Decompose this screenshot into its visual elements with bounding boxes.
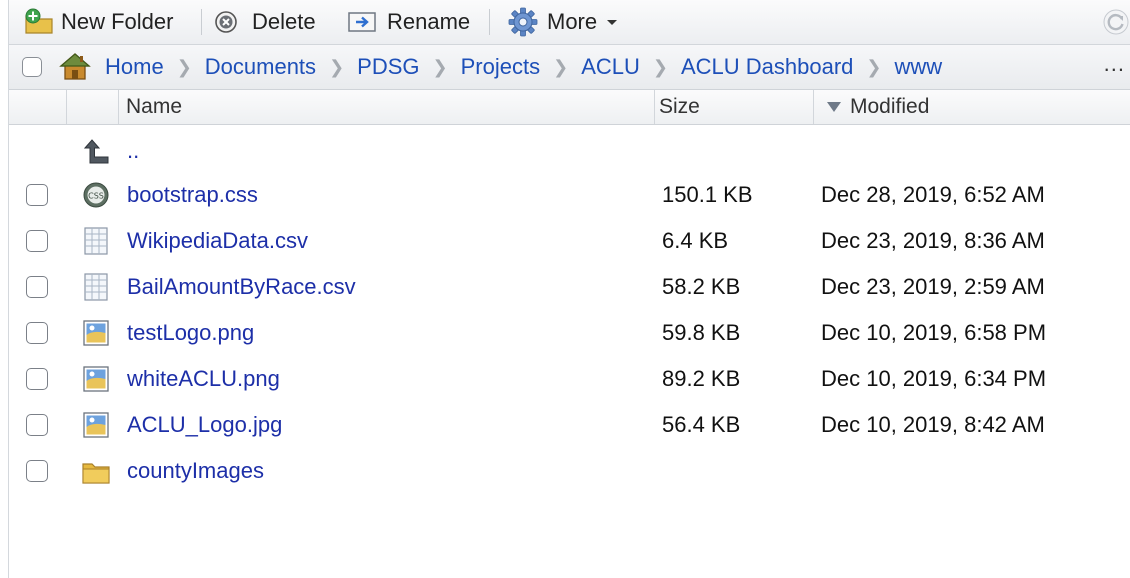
column-header-size-label: Size [659,95,700,118]
folder-name-link[interactable]: countyImages [127,448,264,494]
folder-row[interactable]: countyImages [9,448,1130,494]
column-header-size[interactable]: Size [655,90,814,124]
rename-label: Rename [387,9,471,34]
file-checkbox[interactable] [26,230,48,252]
delete-label: Delete [252,9,316,34]
file-row[interactable]: CSS bootstrap.css 150.1 KB Dec 28, 2019,… [9,172,1130,218]
file-row[interactable]: WikipediaData.csv 6.4 KB Dec 23, 2019, 8… [9,218,1130,264]
breadcrumb-aclu[interactable]: ACLU [581,54,640,80]
file-size: 89.2 KB [662,366,741,391]
chevron-down-icon [607,20,618,25]
new-folder-icon [25,8,53,34]
file-checkbox[interactable] [26,460,48,482]
home-icon[interactable] [59,51,91,81]
file-row[interactable]: ACLU_Logo.jpg 56.4 KB Dec 10, 2019, 8:42… [9,402,1130,448]
file-checkbox[interactable] [26,276,48,298]
image-file-icon [83,366,109,392]
file-size: 56.4 KB [662,412,741,437]
gear-icon [508,7,538,37]
breadcrumb-projects[interactable]: Projects [461,54,540,80]
refresh-button[interactable] [1101,6,1130,38]
file-name-link[interactable]: testLogo.png [127,310,254,356]
file-name-link[interactable]: BailAmountByRace.csv [127,264,356,310]
file-list-header: Name Size Modified [9,90,1130,125]
breadcrumb-separator-icon: ❯ [652,56,668,77]
breadcrumb-separator-icon: ❯ [553,56,569,77]
breadcrumb-aclu-dashboard[interactable]: ACLU Dashboard [681,54,853,80]
file-name-link[interactable]: WikipediaData.csv [127,218,308,264]
files-toolbar: New Folder Delete Rename More [9,0,1130,45]
file-checkbox[interactable] [26,184,48,206]
up-arrow-icon [83,139,109,164]
file-checkbox[interactable] [26,368,48,390]
more-label: More [547,9,598,34]
header-icon-column [67,90,119,124]
file-modified: Dec 28, 2019, 6:52 AM [821,182,1045,207]
files-pane: New Folder Delete Rename More Home ❯ Doc… [8,0,1130,578]
file-name-link[interactable]: whiteACLU.png [127,356,280,402]
column-header-modified[interactable]: Modified [814,90,1130,124]
toolbar-divider [489,9,490,35]
delete-button[interactable]: Delete [214,6,316,38]
file-row[interactable]: testLogo.png 59.8 KB Dec 10, 2019, 6:58 … [9,310,1130,356]
file-modified: Dec 23, 2019, 8:36 AM [821,228,1045,253]
csv-file-icon [84,273,108,301]
toolbar-divider [201,9,202,35]
file-size: 58.2 KB [662,274,741,299]
file-checkbox[interactable] [26,322,48,344]
select-all-checkbox[interactable] [22,57,42,77]
sort-descending-icon [827,102,841,112]
breadcrumb-separator-icon: ❯ [432,56,448,77]
delete-icon [215,11,237,33]
breadcrumb-separator-icon: ❯ [866,56,882,77]
rename-button[interactable]: Rename [347,6,470,38]
breadcrumb-www[interactable]: www [895,54,943,80]
csv-file-icon [84,227,108,255]
parent-directory-row[interactable]: .. [9,128,1130,174]
image-file-icon [83,320,109,346]
column-header-name[interactable]: Name [119,90,655,124]
file-modified: Dec 10, 2019, 6:58 PM [821,320,1047,345]
file-checkbox[interactable] [26,414,48,436]
file-row[interactable]: BailAmountByRace.csv 58.2 KB Dec 23, 201… [9,264,1130,310]
file-size: 6.4 KB [662,228,729,253]
file-name-link[interactable]: ACLU_Logo.jpg [127,402,282,448]
breadcrumb-separator-icon: ❯ [176,56,192,77]
new-folder-button[interactable]: New Folder [23,6,173,38]
file-size: 59.8 KB [662,320,741,345]
breadcrumb-overflow-button[interactable]: ... [1104,51,1125,77]
breadcrumb-pdsg[interactable]: PDSG [357,54,419,80]
new-folder-label: New Folder [61,9,174,34]
breadcrumb-separator-icon: ❯ [329,56,345,77]
breadcrumb-documents[interactable]: Documents [205,54,316,80]
css-file-icon: CSS [83,182,109,208]
svg-text:CSS: CSS [88,192,104,201]
column-header-name-label: Name [126,95,183,118]
breadcrumb: Home ❯ Documents ❯ PDSG ❯ Projects ❯ ACL… [105,45,942,89]
header-checkbox-column [9,90,67,124]
parent-directory-link[interactable]: .. [127,128,139,174]
more-menu-button[interactable]: More [507,6,619,38]
breadcrumb-bar: Home ❯ Documents ❯ PDSG ❯ Projects ❯ ACL… [9,45,1130,90]
file-modified: Dec 23, 2019, 2:59 AM [821,274,1045,299]
breadcrumb-home[interactable]: Home [105,54,164,80]
file-modified: Dec 10, 2019, 6:34 PM [821,366,1047,391]
file-modified: Dec 10, 2019, 8:42 AM [821,412,1045,437]
rename-icon [348,12,376,32]
file-size: 150.1 KB [662,182,753,207]
file-row[interactable]: whiteACLU.png 89.2 KB Dec 10, 2019, 6:34… [9,356,1130,402]
image-file-icon [83,412,109,438]
column-header-modified-label: Modified [850,95,930,118]
refresh-icon [1103,9,1129,35]
file-name-link[interactable]: bootstrap.css [127,172,258,218]
folder-icon [82,463,110,484]
